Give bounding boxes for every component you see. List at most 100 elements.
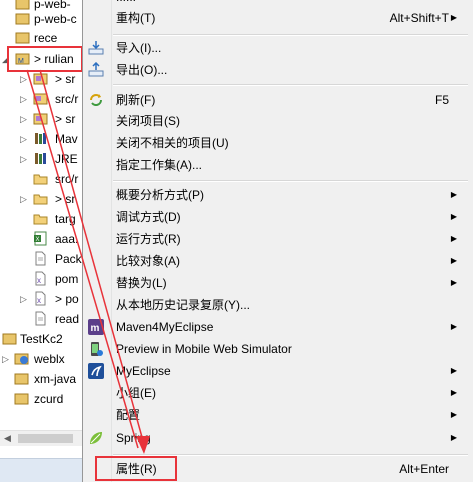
xml-file-icon: x bbox=[33, 291, 48, 306]
svg-text:X: X bbox=[36, 237, 40, 243]
menu-item-replace-with[interactable]: 替换为(L) ▶ bbox=[85, 272, 469, 294]
svg-text:x: x bbox=[37, 296, 41, 305]
menu-item-spring[interactable]: Spring ▶ bbox=[85, 427, 469, 449]
menu-item-label: 小组(E) bbox=[116, 386, 156, 400]
menu-item-label: 运行方式(R) bbox=[116, 232, 181, 246]
menu-item-refactor[interactable]: 重构(T) Alt+Shift+T ▶ bbox=[85, 7, 469, 29]
submenu-arrow-icon: ▶ bbox=[450, 278, 457, 287]
properties-highlight bbox=[95, 456, 177, 481]
menu-item-label: 替换为(L) bbox=[116, 276, 167, 290]
folder-icon bbox=[33, 191, 48, 206]
menu-item-accelerator: F5 bbox=[434, 93, 449, 107]
file-icon bbox=[33, 251, 48, 266]
submenu-arrow-icon: ▶ bbox=[450, 388, 457, 397]
export-icon bbox=[88, 62, 104, 78]
tree-item-label: > sr bbox=[55, 192, 76, 206]
submenu-arrow-icon: ▶ bbox=[450, 433, 457, 442]
submenu-arrow-icon: ▶ bbox=[450, 366, 457, 375]
collapse-triangle-icon[interactable]: ▷ bbox=[20, 295, 28, 304]
menu-item-refresh[interactable]: 刷新(F) F5 bbox=[85, 89, 469, 111]
tree-item-label: Mav bbox=[55, 132, 78, 146]
excel-file-icon: X bbox=[33, 231, 48, 246]
menu-item-label: 从本地历史记录复原(Y)... bbox=[116, 298, 250, 312]
project-icon bbox=[15, 11, 30, 26]
horizontal-scrollbar[interactable]: ◀ bbox=[0, 430, 82, 446]
collapse-triangle-icon[interactable]: ▷ bbox=[20, 195, 28, 204]
folder-icon bbox=[33, 211, 48, 226]
menu-item-label: Maven4MyEclipse bbox=[116, 320, 214, 334]
package-icon bbox=[33, 71, 48, 86]
svg-text:m: m bbox=[91, 323, 100, 334]
submenu-arrow-icon: ▶ bbox=[450, 13, 457, 22]
tree-item-label: targ bbox=[55, 212, 76, 226]
web-project-icon bbox=[14, 351, 29, 366]
project-icon bbox=[14, 391, 29, 406]
menu-item-preview-mobile[interactable]: Preview in Mobile Web Simulator bbox=[85, 338, 469, 360]
tree-item-label: > sr bbox=[55, 72, 76, 86]
submenu-arrow-icon: ▶ bbox=[450, 212, 457, 221]
collapse-triangle-icon[interactable]: ▷ bbox=[20, 135, 28, 144]
menu-item-working-set[interactable]: 指定工作集(A)... bbox=[85, 154, 469, 176]
library-icon bbox=[33, 131, 48, 146]
tree-item-label: JRE bbox=[55, 152, 78, 166]
menu-item-label: MyEclipse bbox=[116, 364, 171, 378]
tree-item-label: weblx bbox=[34, 352, 65, 366]
collapse-triangle-icon[interactable]: ▷ bbox=[2, 355, 10, 364]
xml-file-icon: x bbox=[33, 271, 48, 286]
context-menu: ...... 重构(T) Alt+Shift+T ▶ 导入(I)... 导出(O… bbox=[82, 0, 473, 482]
menu-item-run-as[interactable]: 运行方式(R) ▶ bbox=[85, 228, 469, 250]
package-explorer-tree: p-web- p-web-c rece ◢ M > rulian ▷ > sr … bbox=[0, 0, 82, 482]
menu-item-label: Preview in Mobile Web Simulator bbox=[116, 342, 292, 356]
maven-icon: m bbox=[88, 319, 104, 335]
menu-separator bbox=[113, 34, 468, 36]
menu-item-import[interactable]: 导入(I)... bbox=[85, 37, 469, 59]
tree-item-label: pom bbox=[55, 272, 79, 286]
submenu-arrow-icon: ▶ bbox=[450, 322, 457, 331]
package-icon bbox=[33, 111, 48, 126]
tree-item-label: > po bbox=[55, 292, 79, 306]
package-icon bbox=[33, 91, 48, 106]
menu-item-label: 指定工作集(A)... bbox=[116, 158, 202, 172]
menu-item-configure[interactable]: 配置 ▶ bbox=[85, 404, 469, 426]
collapse-triangle-icon[interactable]: ▷ bbox=[20, 75, 28, 84]
submenu-arrow-icon: ▶ bbox=[450, 410, 457, 419]
collapse-triangle-icon[interactable]: ▷ bbox=[20, 115, 28, 124]
menu-item-label: 配置 bbox=[116, 408, 141, 422]
menu-item-close-project[interactable]: 关闭项目(S) bbox=[85, 110, 469, 132]
status-strip bbox=[0, 458, 82, 482]
menu-separator bbox=[113, 84, 468, 86]
menu-item-maven4myeclipse[interactable]: m Maven4MyEclipse ▶ bbox=[85, 316, 469, 338]
menu-item-debug-as[interactable]: 调试方式(D) ▶ bbox=[85, 206, 469, 228]
project-icon bbox=[15, 0, 30, 11]
menu-item-label: 导入(I)... bbox=[116, 41, 162, 55]
menu-item-label: 重构(T) bbox=[116, 11, 156, 25]
tree-item-label: > sr bbox=[55, 112, 76, 126]
scroll-left-icon[interactable]: ◀ bbox=[4, 433, 11, 444]
collapse-triangle-icon[interactable]: ▷ bbox=[20, 95, 28, 104]
menu-item-close-unrelated[interactable]: 关闭不相关的项目(U) bbox=[85, 132, 469, 154]
tree-item-label: Pack bbox=[55, 252, 82, 266]
menu-item-label: 刷新(F) bbox=[116, 93, 156, 107]
menu-item-accelerator: Alt+Shift+T bbox=[389, 11, 449, 25]
menu-separator bbox=[113, 180, 468, 182]
library-icon bbox=[33, 151, 48, 166]
menu-item-profile-as[interactable]: 概要分析方式(P) ▶ bbox=[85, 184, 469, 206]
menu-item-myeclipse[interactable]: MyEclipse ▶ bbox=[85, 360, 469, 382]
menu-item-label: 关闭不相关的项目(U) bbox=[116, 136, 229, 150]
refresh-icon bbox=[88, 92, 104, 108]
scrollbar-thumb[interactable] bbox=[18, 434, 73, 443]
project-icon bbox=[14, 371, 29, 386]
tree-item-label: p-web-c bbox=[34, 12, 77, 26]
svg-text:x: x bbox=[37, 276, 41, 285]
tree-item-label: src/r bbox=[55, 92, 79, 106]
file-icon bbox=[33, 311, 48, 326]
menu-item-team[interactable]: 小组(E) ▶ bbox=[85, 382, 469, 404]
menu-item-restore-history[interactable]: 从本地历史记录复原(Y)... bbox=[85, 294, 469, 316]
spring-leaf-icon bbox=[88, 430, 104, 446]
menu-item-label: 概要分析方式(P) bbox=[116, 188, 204, 202]
menu-item-label: 关闭项目(S) bbox=[116, 114, 180, 128]
tree-item-label: TestKc2 bbox=[20, 332, 63, 346]
menu-item-compare-with[interactable]: 比较对象(A) ▶ bbox=[85, 250, 469, 272]
menu-item-export[interactable]: 导出(O)... bbox=[85, 59, 469, 81]
collapse-triangle-icon[interactable]: ▷ bbox=[20, 155, 28, 164]
